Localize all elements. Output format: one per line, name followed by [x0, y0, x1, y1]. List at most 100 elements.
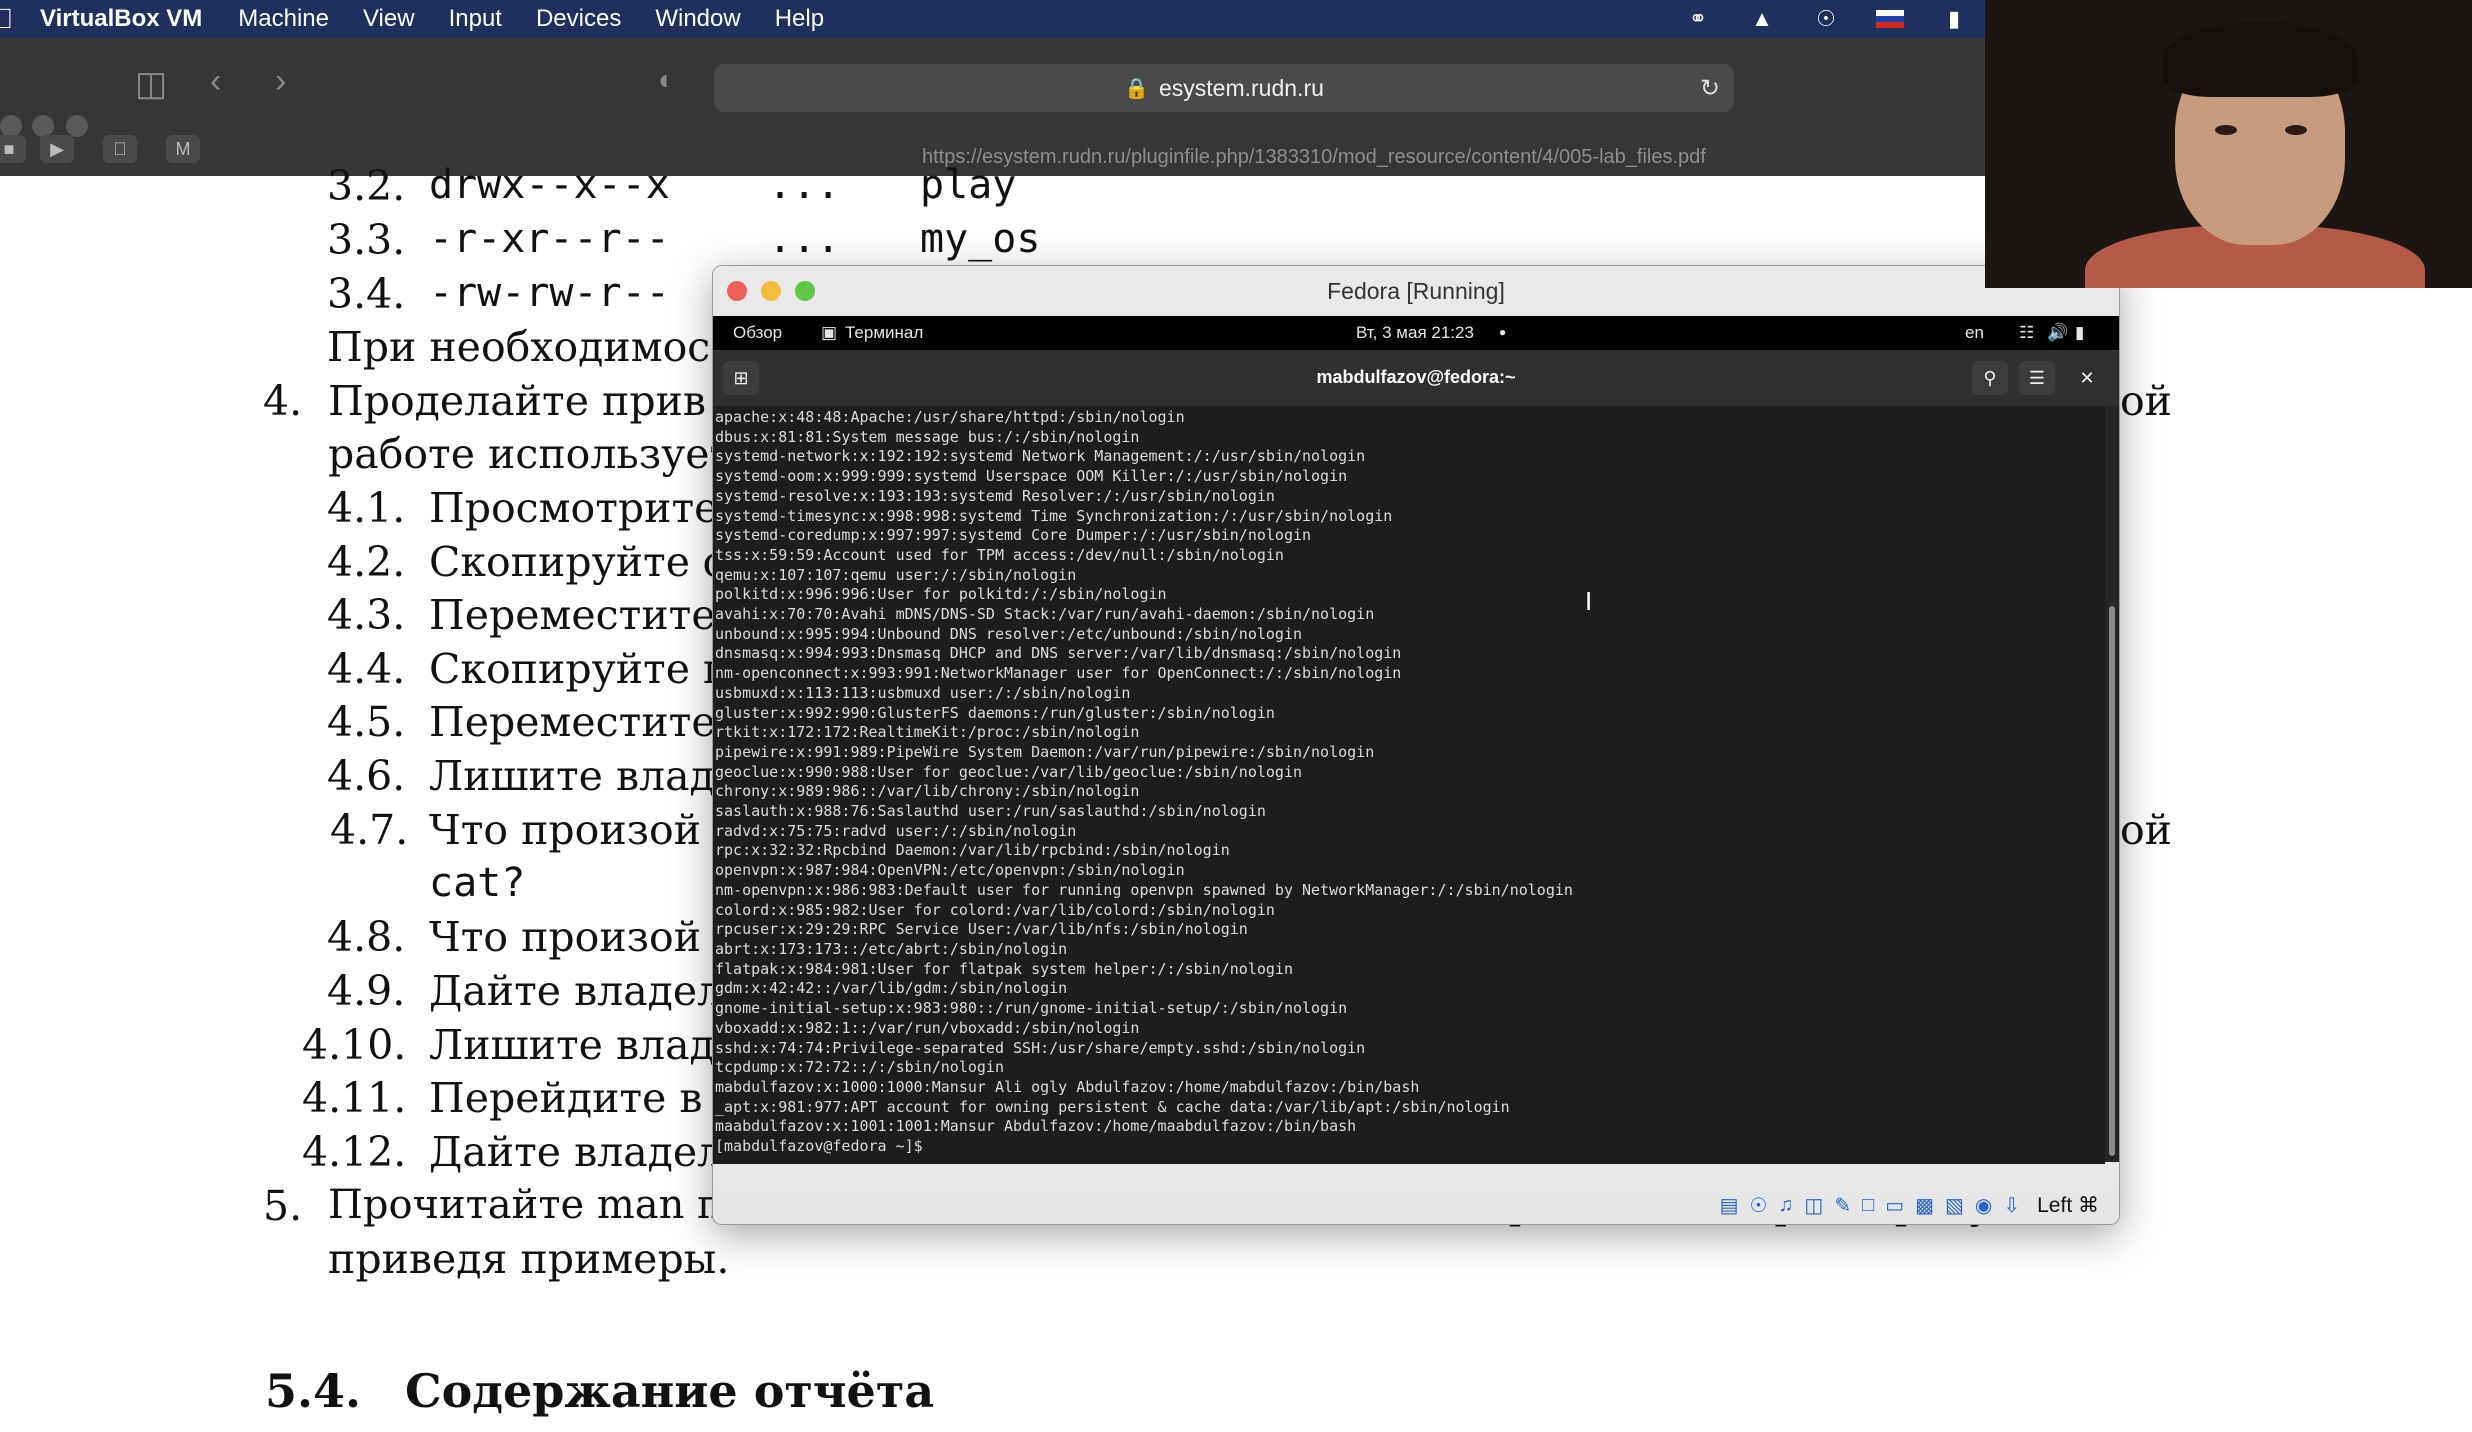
- item-number: 3.3.: [327, 216, 406, 264]
- russian-flag-icon[interactable]: [1875, 7, 1905, 31]
- doc-item-5-line2: приведя примеры.: [328, 1235, 730, 1283]
- terminal-line: pipewire:x:991:989:PipeWire System Daemo…: [715, 742, 1375, 761]
- search-icon[interactable]: ⚲: [1972, 361, 2008, 395]
- terminal-line: tss:x:59:59:Account used for TPM access:…: [715, 545, 1284, 564]
- menu-view[interactable]: View: [363, 5, 415, 33]
- download-icon[interactable]: ⇩: [2003, 1193, 2020, 1218]
- menu-devices[interactable]: Devices: [536, 5, 621, 33]
- section-heading: 5.4. Содержание отчёта: [265, 1364, 935, 1418]
- hard-disk-icon[interactable]: ▤: [1720, 1193, 1739, 1218]
- terminal-scrollbar[interactable]: [2105, 406, 2119, 1162]
- terminal-line: systemd-network:x:192:192:systemd Networ…: [715, 447, 1366, 466]
- apple-icon[interactable]: : [0, 3, 22, 35]
- terminal-line: chrony:x:989:986::/var/lib/chrony:/sbin/…: [715, 782, 1140, 801]
- hamburger-menu-icon[interactable]: ☰: [2019, 361, 2055, 395]
- pdf-url[interactable]: https://esystem.rudn.ru/pluginfile.php/1…: [922, 146, 1706, 169]
- terminal-line: rtkit:x:172:172:RealtimeKit:/proc:/sbin/…: [715, 723, 1140, 742]
- optical-drive-icon[interactable]: ☉: [1749, 1193, 1767, 1218]
- doc-item-4-1: 4.1. Просмотрите: [327, 484, 719, 532]
- menu-machine[interactable]: Machine: [238, 5, 329, 33]
- terminal-line: vboxadd:x:982:1::/var/run/vboxadd:/sbin/…: [715, 1018, 1140, 1037]
- terminal-line: colord:x:985:982:User for colord:/var/li…: [715, 900, 1275, 919]
- vm-titlebar[interactable]: Fedora [Running]: [713, 266, 2119, 316]
- permission-string: drwx--x--x: [429, 162, 670, 208]
- terminal-line: systemd-resolve:x:193:193:systemd Resolv…: [715, 486, 1275, 505]
- privacy-shield-icon[interactable]: ◐: [658, 64, 675, 96]
- address-bar[interactable]: 🔒 esystem.rudn.ru ↻: [714, 64, 1734, 112]
- doc-item-4-8: 4.8. Что произой: [327, 913, 702, 961]
- terminal-line: systemd-coredump:x:997:997:systemd Core …: [715, 526, 1312, 545]
- terminal-line: _apt:x:981:977:APT account for owning pe…: [715, 1097, 1510, 1116]
- keyboard-language[interactable]: en: [1965, 323, 1984, 343]
- vm-zoom-button[interactable]: [795, 281, 815, 301]
- lock-icon: 🔒: [1124, 77, 1149, 100]
- menu-help[interactable]: Help: [775, 5, 824, 33]
- close-icon[interactable]: ✕: [2069, 361, 2105, 395]
- sync-icon[interactable]: ☉: [1811, 6, 1841, 31]
- doc-line-3-4: 3.4. -rw-rw-r--: [327, 270, 670, 318]
- host-key[interactable]: Left ⌘: [2037, 1193, 2099, 1218]
- terminal-app-menu[interactable]: Терминал: [845, 323, 923, 343]
- doc-item-4-6: 4.6. Лишите влад: [327, 752, 715, 800]
- cpu-icon[interactable]: ▧: [1945, 1193, 1964, 1218]
- window-close-dot[interactable]: [0, 115, 22, 137]
- app-menu-name[interactable]: VirtualBox VM: [40, 5, 202, 33]
- mouse-integration-icon[interactable]: ◉: [1975, 1193, 1992, 1218]
- virtualbox-window: Fedora [Running] Обзор ▣ Терминал Вт, 3 …: [712, 265, 2120, 1225]
- doc-item-4-9: 4.9. Дайте владел: [327, 967, 724, 1015]
- clock[interactable]: Вт, 3 мая 21:23: [1356, 323, 1474, 343]
- display-icon[interactable]: ▭: [1885, 1193, 1904, 1218]
- video-capture-icon[interactable]: ▩: [1915, 1193, 1934, 1218]
- doc-line-3-2: 3.2. drwx--x--x ... play: [327, 162, 1016, 210]
- vm-title: Fedora [Running]: [1327, 278, 1505, 304]
- vm-minimize-button[interactable]: [761, 281, 781, 301]
- terminal-line: geoclue:x:990:988:User for geoclue:/var/…: [715, 762, 1302, 781]
- terminal-line: radvd:x:75:75:radvd user:/:/sbin/nologin: [715, 821, 1077, 840]
- doc-item-4-10: 4.10. Лишите влад: [302, 1021, 715, 1069]
- permission-string: -rw-rw-r--: [429, 270, 670, 316]
- youtube-icon[interactable]: ▶: [40, 135, 74, 163]
- terminal-line: gluster:x:992:990:GlusterFS daemons:/run…: [715, 703, 1275, 722]
- doc-item-4-3: 4.3. Переместите: [327, 591, 716, 639]
- scrollbar-thumb[interactable]: [2109, 606, 2115, 1156]
- doc-item-4-end: ой: [2120, 377, 2173, 425]
- network-icon[interactable]: ☷: [2019, 323, 2034, 343]
- address-text: esystem.rudn.ru: [1159, 74, 1324, 101]
- shared-folder-icon[interactable]: □: [1862, 1194, 1874, 1217]
- vm-statusbar: ▤ ☉ ♫ ◫ ✎ □ ▭ ▩ ▧ ◉ ⇩ Left ⌘: [713, 1186, 2119, 1224]
- battery-status-icon[interactable]: ▮: [2075, 323, 2084, 343]
- person-hair: [2163, 22, 2358, 97]
- apple-tab-icon[interactable]: : [103, 135, 137, 163]
- sidebar-toggle-icon[interactable]: ◫: [135, 64, 167, 104]
- terminal-output[interactable]: apache:x:48:48:Apache:/usr/share/httpd:/…: [713, 406, 2105, 1164]
- menu-input[interactable]: Input: [449, 5, 502, 33]
- activities-overview[interactable]: Обзор: [733, 323, 782, 343]
- menu-window[interactable]: Window: [655, 5, 740, 33]
- item-number: 4.: [263, 377, 303, 425]
- item-number: 3.4.: [327, 270, 406, 318]
- forward-icon[interactable]: ›: [275, 62, 286, 101]
- person-eye: [2215, 125, 2237, 135]
- favorite-tab-icon[interactable]: ■: [0, 135, 26, 163]
- back-icon[interactable]: ‹: [210, 62, 221, 101]
- gmail-icon[interactable]: M: [166, 135, 200, 163]
- notification-dot-icon: ●: [1499, 325, 1507, 339]
- window-zoom-dot[interactable]: [66, 115, 88, 137]
- creative-cloud-icon[interactable]: ⚭: [1683, 6, 1713, 31]
- doc-item-4: 4. Проделайте прив: [263, 377, 706, 425]
- terminal-line: [mabdulfazov@fedora ~]$: [715, 1137, 932, 1156]
- notification-icon[interactable]: ▲: [1747, 6, 1777, 31]
- reload-icon[interactable]: ↻: [1700, 74, 1720, 103]
- window-minimize-dot[interactable]: [32, 115, 54, 137]
- volume-icon[interactable]: 🔊: [2047, 323, 2068, 343]
- gnome-top-bar: Обзор ▣ Терминал Вт, 3 мая 21:23 ● en ☷ …: [713, 316, 2119, 350]
- permission-string: -r-xr--r--: [429, 216, 670, 262]
- battery-icon[interactable]: ▮: [1939, 6, 1969, 31]
- usb-icon[interactable]: ✎: [1834, 1193, 1851, 1218]
- terminal-line: flatpak:x:984:981:User for flatpak syste…: [715, 959, 1293, 978]
- terminal-title: mabdulfazov@fedora:~: [1316, 367, 1516, 387]
- terminal-line: maabdulfazov:x:1001:1001:Mansur Abdulfaz…: [715, 1117, 1357, 1136]
- audio-icon[interactable]: ♫: [1778, 1194, 1793, 1217]
- network-adapter-icon[interactable]: ◫: [1804, 1193, 1823, 1218]
- vm-close-button[interactable]: [727, 281, 747, 301]
